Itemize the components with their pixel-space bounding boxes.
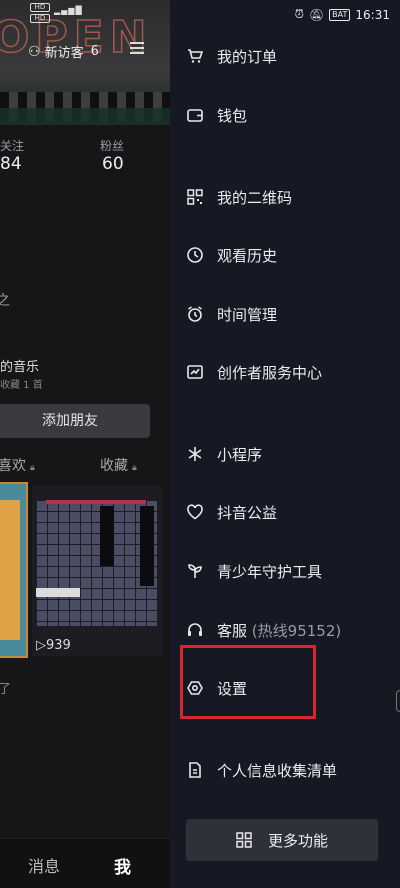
headset-icon (188, 623, 202, 636)
bio-fragment: 之 (0, 293, 10, 309)
fans-value[interactable]: 60 (102, 154, 124, 174)
battery-icon: BAT (329, 8, 351, 21)
music-subtitle: 收藏 1 首 (0, 380, 43, 391)
following-value[interactable]: 84 (0, 154, 22, 174)
drawer-item-label: 抖音公益 (217, 504, 278, 522)
sim1-icon: HD (30, 3, 50, 12)
bottom-nav: 消息 我 (0, 838, 170, 888)
drawer-item-creator-center[interactable]: 创作者服务中心 (170, 352, 400, 392)
wallet-icon (187, 109, 203, 122)
drawer-handle-icon[interactable] (396, 690, 400, 712)
thumbnail-caption-box (36, 588, 80, 597)
chart-icon (187, 365, 203, 379)
more-functions-button[interactable]: 更多功能 (186, 819, 378, 861)
video-thumbnail[interactable] (32, 486, 162, 656)
drawer-item-qr-code[interactable]: 我的二维码 (170, 177, 400, 217)
drawer-item-teen-guardian[interactable]: 青少年守护工具 (170, 551, 400, 591)
side-drawer: ⏰︎ 🔕︎ BAT 16:31 我的订单 钱包 我的二维码 观看历史 时间管理 … (170, 0, 400, 888)
drawer-item-label: 观看历史 (217, 247, 278, 265)
tab-favorites-label: 收藏 (100, 458, 128, 474)
qr-code-icon (187, 189, 203, 205)
sim2-icon: HD (30, 14, 50, 23)
document-icon (189, 762, 201, 778)
drawer-item-wallet[interactable]: 钱包 (170, 95, 400, 135)
status-bar-left: HD HD ▂▄▆█ (0, 0, 170, 30)
nav-messages[interactable]: 消息 (28, 853, 60, 877)
asterisk-icon (188, 447, 202, 461)
drawer-item-orders[interactable]: 我的订单 (170, 36, 400, 76)
thumbnail-red-line (46, 500, 146, 504)
play-count-value: 939 (46, 638, 71, 653)
drawer-item-mini-programs[interactable]: 小程序 (170, 434, 400, 474)
thumbnail-bar (100, 506, 114, 566)
hamburger-menu-icon[interactable] (130, 42, 144, 54)
drawer-item-charity[interactable]: 抖音公益 (170, 492, 400, 532)
cart-icon (188, 49, 204, 63)
more-functions-label: 更多功能 (268, 832, 329, 850)
status-bar-right: ⏰︎ 🔕︎ BAT 16:31 (295, 7, 390, 22)
drawer-item-label: 客服 (热线95152) (217, 620, 341, 641)
alarm-status-icon: ⏰︎ (294, 7, 304, 21)
cover-band (0, 108, 170, 125)
hotline-number: (热线95152) (251, 622, 342, 640)
visitors-label: 新访客 (44, 46, 84, 61)
sprout-icon (188, 564, 202, 578)
visitors-count: 6 (90, 44, 99, 59)
nav-me[interactable]: 我 (114, 853, 131, 878)
lock-icon: 🔒︎ (132, 463, 137, 473)
drawer-item-label: 小程序 (217, 446, 263, 464)
settings-highlight-box (180, 645, 316, 719)
tab-likes-label: 喜欢 (0, 458, 26, 474)
customer-service-label: 客服 (217, 622, 248, 640)
footer-fragment: 了 (0, 682, 12, 697)
alarm-icon (188, 306, 202, 322)
drawer-item-label: 我的订单 (217, 48, 278, 66)
drawer-item-label: 创作者服务中心 (217, 364, 323, 382)
drawer-item-label: 时间管理 (217, 306, 278, 324)
drawer-item-label: 个人信息收集清单 (217, 762, 338, 780)
signal-icon: ▂▄▆█ (54, 6, 83, 15)
drawer-item-time-management[interactable]: 时间管理 (170, 294, 400, 334)
music-title[interactable]: 的音乐 (0, 356, 39, 375)
fans-label: 粉丝 (100, 139, 125, 153)
drawer-item-customer-service[interactable]: 客服 (热线95152) (170, 610, 400, 650)
play-count: ▷939 (36, 638, 71, 653)
tab-likes[interactable]: 喜欢 🔒︎ (0, 455, 35, 475)
drawer-item-personal-info-list[interactable]: 个人信息收集清单 (170, 750, 400, 790)
lock-icon: 🔒︎ (30, 463, 35, 473)
play-icon: ▷ (36, 638, 46, 653)
following-label: 关注 (0, 139, 25, 153)
mute-icon: 🔕︎ (308, 7, 325, 22)
clock-icon (187, 247, 203, 263)
people-icon: ⚇ (28, 43, 41, 60)
drawer-item-label: 我的二维码 (217, 189, 293, 207)
video-thumbnail[interactable] (0, 482, 28, 658)
status-time: 16:31 (355, 7, 390, 22)
grid-icon (236, 832, 252, 848)
heart-icon (187, 504, 203, 520)
add-friend-button[interactable]: 添加朋友 (0, 404, 150, 438)
profile-background: OPEN HD HD ▂▄▆█ ⚇ 新访客 6 关注 84 粉丝 60 之 的音… (0, 0, 170, 888)
drawer-item-label: 青少年守护工具 (217, 563, 323, 581)
new-visitors-link[interactable]: ⚇ 新访客 6 (28, 42, 99, 62)
drawer-item-watch-history[interactable]: 观看历史 (170, 235, 400, 275)
drawer-item-label: 钱包 (217, 107, 248, 125)
tab-favorites[interactable]: 收藏 🔒︎ (100, 455, 137, 475)
thumbnail-bar (140, 506, 154, 586)
